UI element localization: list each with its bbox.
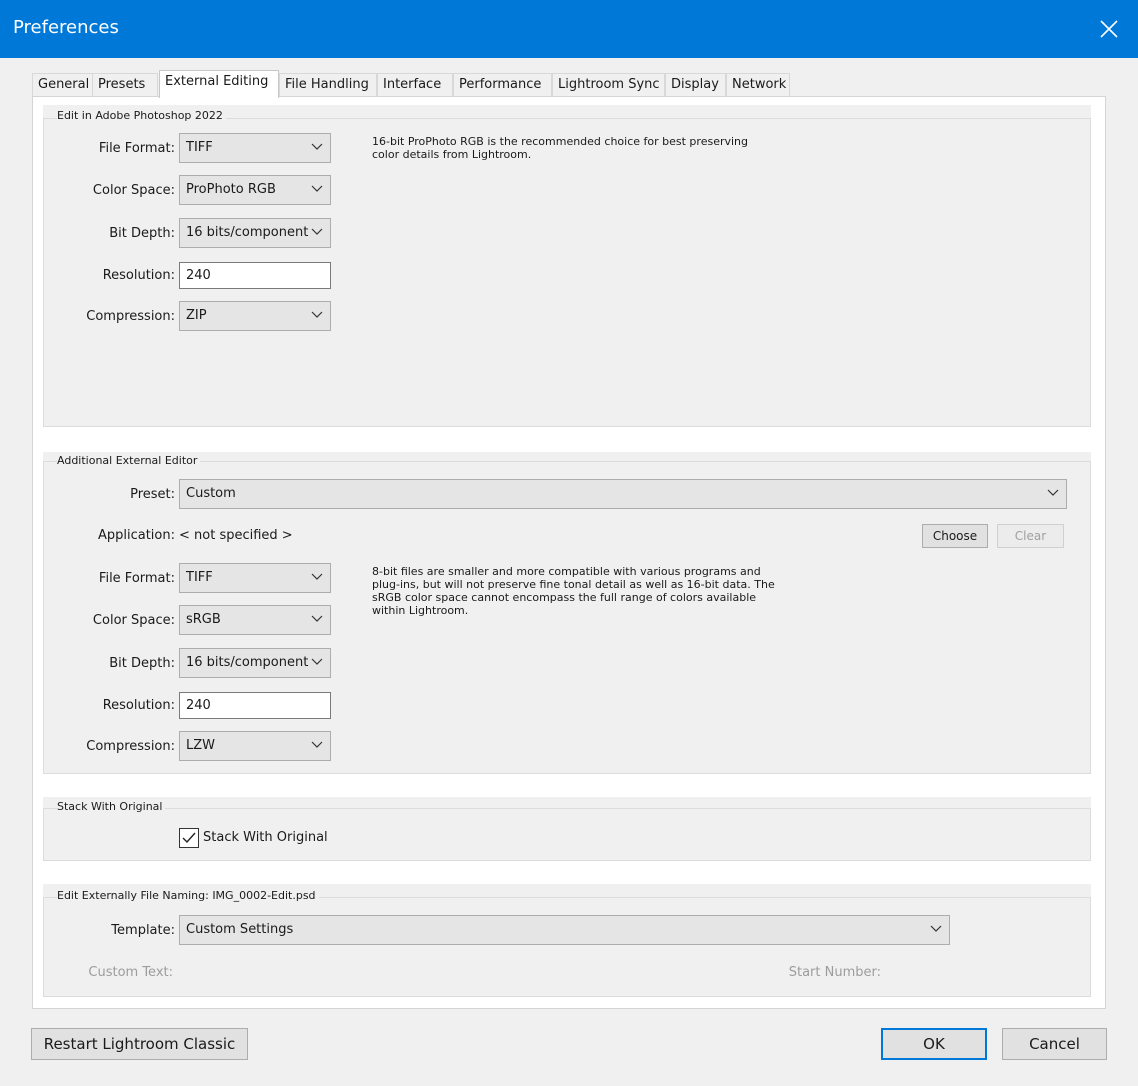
stack-with-original-label: Stack With Original [203,830,328,845]
ps-bit-depth-select[interactable]: 16 bits/component [179,218,331,248]
file-naming-example: IMG_0002-Edit.psd [212,889,316,902]
ps-color-space-label: Color Space: [92,183,175,198]
chevron-down-icon [311,615,323,622]
ps-color-space-value: ProPhoto RGB [186,182,276,197]
ae-file-format-select[interactable]: TIFF [179,563,331,593]
ok-button[interactable]: OK [881,1028,987,1060]
ps-compression-label: Compression: [86,309,175,324]
external-editing-panel: Edit in Adobe Photoshop 2022 File Format… [32,96,1106,1009]
ps-recommendation-note: 16-bit ProPhoto RGB is the recommended c… [372,135,749,161]
ae-bit-depth-select[interactable]: 16 bits/component [179,648,331,678]
tab-lightroom-sync[interactable]: Lightroom Sync [552,73,665,97]
ae-compression-value: LZW [186,738,216,753]
clear-button[interactable]: Clear [997,524,1064,548]
ps-file-format-label: File Format: [98,141,175,156]
file-naming-title: Edit Externally File Naming: [57,889,209,902]
ae-info-note: 8-bit files are smaller and more compati… [372,565,775,617]
file-naming-group [43,897,1091,997]
chevron-down-icon [311,185,323,192]
close-icon [1100,20,1118,38]
stack-group-label: Stack With Original [57,800,166,813]
choose-button[interactable]: Choose [922,524,988,548]
tab-external-editing[interactable]: External Editing [159,70,279,98]
ae-application-label: Application: [97,528,175,543]
ae-compression-select[interactable]: LZW [179,731,331,761]
window-title: Preferences [13,17,119,38]
tab-presets[interactable]: Presets [92,73,158,97]
ps-compression-value: ZIP [186,308,207,323]
ae-preset-label: Preset: [130,487,175,502]
chevron-down-icon [311,143,323,150]
chevron-down-icon [930,925,942,932]
ps-resolution-input[interactable]: 240 [179,262,331,289]
chevron-down-icon [311,573,323,580]
custom-text-label: Custom Text: [88,965,173,980]
tab-interface[interactable]: Interface [377,73,453,97]
ae-preset-value: Custom [186,486,236,501]
ae-color-space-label: Color Space: [92,613,175,628]
template-select[interactable]: Custom Settings [179,915,950,945]
ps-bit-depth-label: Bit Depth: [109,226,175,241]
ae-file-format-label: File Format: [98,571,175,586]
tab-display[interactable]: Display [665,73,726,97]
ae-file-format-value: TIFF [186,570,213,585]
ps-bit-depth-value: 16 bits/component [186,225,309,240]
ae-color-space-select[interactable]: sRGB [179,605,331,635]
cancel-button[interactable]: Cancel [1002,1028,1107,1060]
ae-preset-select[interactable]: Custom [179,479,1067,509]
restart-lightroom-button[interactable]: Restart Lightroom Classic [31,1028,248,1060]
tab-network[interactable]: Network [726,73,790,97]
ps-resolution-label: Resolution: [102,268,175,283]
ps-file-format-select[interactable]: TIFF [179,133,331,163]
stack-with-original-checkbox[interactable] [179,828,199,848]
ae-compression-label: Compression: [86,739,175,754]
file-naming-group-label: Edit Externally File Naming: IMG_0002-Ed… [57,889,319,902]
start-number-label: Start Number: [788,965,881,980]
chevron-down-icon [311,228,323,235]
tab-general[interactable]: General [32,73,93,97]
tab-performance[interactable]: Performance [453,73,552,97]
ae-application-value: < not specified > [179,528,293,543]
tab-file-handling[interactable]: File Handling [279,73,377,97]
ae-bit-depth-value: 16 bits/component [186,655,309,670]
chevron-down-icon [1047,489,1059,496]
additional-editor-group-label: Additional External Editor [57,454,201,467]
title-bar: Preferences [0,0,1138,58]
ae-bit-depth-label: Bit Depth: [109,656,175,671]
template-label: Template: [111,923,175,938]
template-value: Custom Settings [186,922,294,937]
chevron-down-icon [311,658,323,665]
ae-resolution-label: Resolution: [102,698,175,713]
checkmark-icon [182,832,196,844]
stack-group [43,808,1091,861]
ps-file-format-value: TIFF [186,140,213,155]
ps-color-space-select[interactable]: ProPhoto RGB [179,175,331,205]
ps-compression-select[interactable]: ZIP [179,301,331,331]
ae-color-space-value: sRGB [186,612,221,627]
photoshop-group-label: Edit in Adobe Photoshop 2022 [57,109,226,122]
ae-resolution-input[interactable]: 240 [179,692,331,719]
chevron-down-icon [311,311,323,318]
chevron-down-icon [311,741,323,748]
close-button[interactable] [1080,0,1138,58]
